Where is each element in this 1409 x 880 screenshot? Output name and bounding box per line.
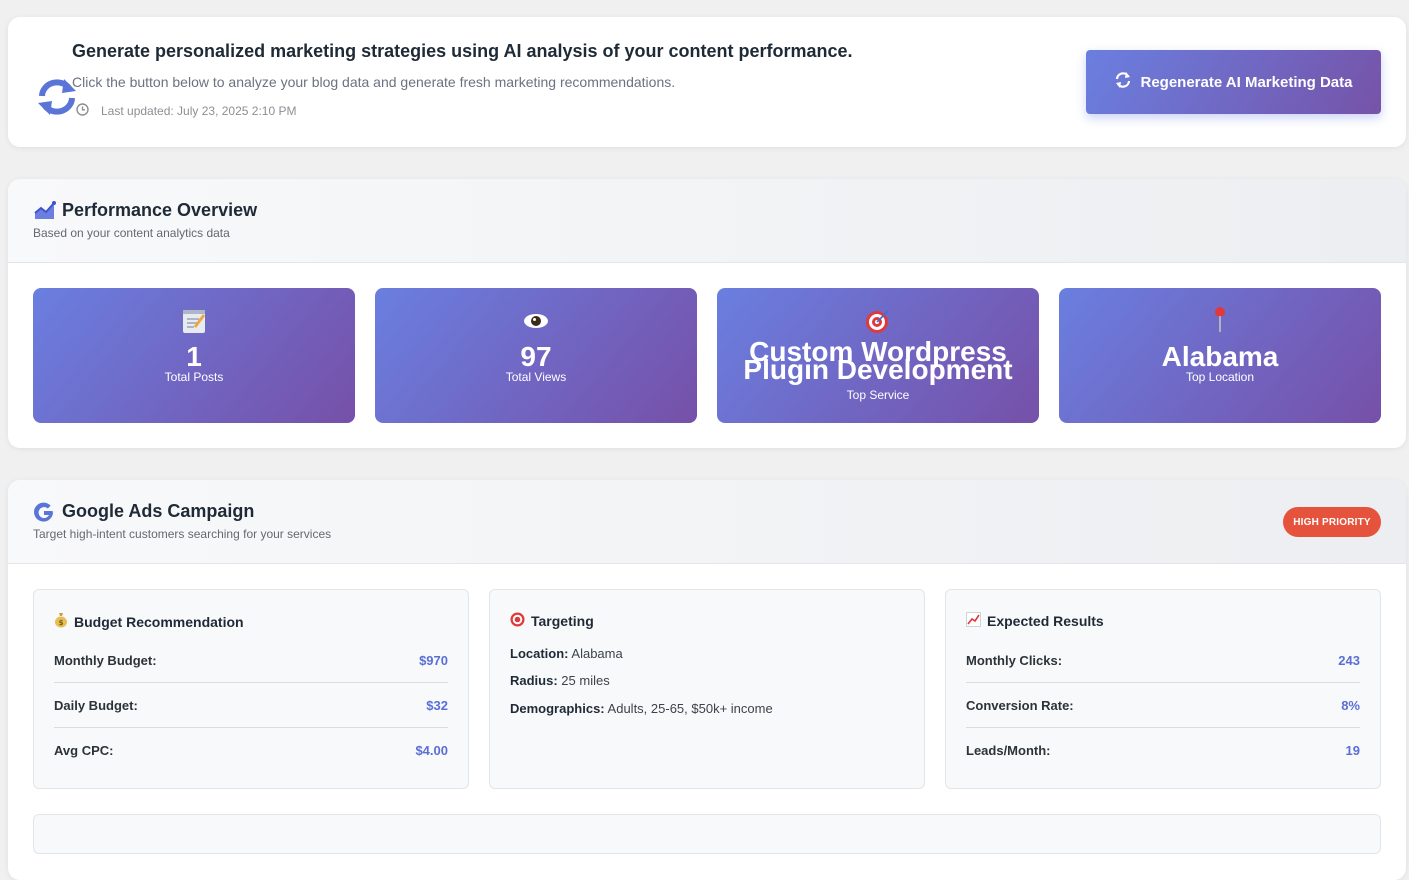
last-updated-text: Last updated: July 23, 2025 2:10 PM	[101, 104, 297, 118]
budget-row: Avg CPC: $4.00	[54, 728, 448, 773]
performance-overview-card: Performance Overview Based on your conte…	[8, 179, 1406, 448]
budget-row-label: Avg CPC:	[54, 743, 114, 758]
google-ads-card: Google Ads Campaign Target high-intent c…	[8, 480, 1406, 880]
target-icon	[510, 612, 525, 630]
google-ads-header: Google Ads Campaign Target high-intent c…	[8, 480, 1406, 564]
hero-title: Generate personalized marketing strategi…	[72, 41, 853, 61]
results-title: Expected Results	[966, 612, 1104, 630]
budget-row-value: $32	[426, 697, 448, 713]
google-icon	[33, 502, 57, 524]
priority-badge: HIGH PRIORITY	[1283, 507, 1381, 537]
targeting-row: Radius: 25 miles	[510, 673, 610, 688]
target-icon	[717, 308, 1039, 334]
targeting-row-value: Adults, 25-65, $50k+ income	[607, 701, 773, 716]
clock-icon	[76, 103, 89, 119]
budget-panel: $ Budget Recommendation Monthly Budget: …	[33, 589, 469, 789]
stat-card-top-location: Alabama Top Location	[1059, 288, 1381, 423]
chart-increasing-icon	[966, 612, 981, 630]
targeting-panel: Targeting Location: Alabama Radius: 25 m…	[489, 589, 925, 789]
results-panel: Expected Results Monthly Clicks: 243 Con…	[945, 589, 1381, 789]
results-row-label: Monthly Clicks:	[966, 652, 1063, 668]
stat-label: Top Location	[1185, 370, 1255, 384]
stat-card-total-posts: 1 Total Posts	[33, 288, 355, 423]
budget-row: Monthly Budget: $970	[54, 638, 448, 683]
targeting-title-text: Targeting	[531, 613, 594, 629]
last-updated: Last updated: July 23, 2025 2:10 PM	[76, 103, 296, 119]
targeting-row-value: 25 miles	[561, 673, 610, 688]
stat-card-top-service: Custom Wordpress Plugin Development Top …	[717, 288, 1039, 423]
results-row: Leads/Month: 19	[966, 728, 1360, 773]
stat-card-total-views: 97 Total Views	[375, 288, 697, 423]
stat-label: Total Views	[505, 370, 567, 384]
memo-icon	[33, 308, 355, 334]
targeting-row-value: Alabama	[571, 646, 623, 661]
targeting-row: Location: Alabama	[510, 646, 623, 661]
results-row: Monthly Clicks: 243	[966, 638, 1360, 683]
regenerate-button-label: Regenerate AI Marketing Data	[1140, 73, 1353, 91]
budget-row-value: $4.00	[415, 743, 448, 758]
performance-header: Performance Overview Based on your conte…	[8, 179, 1406, 263]
budget-row-label: Monthly Budget:	[54, 652, 157, 668]
money-bag-icon: $	[54, 612, 68, 631]
stat-value: 97	[520, 341, 552, 372]
pin-icon	[1059, 306, 1381, 332]
targeting-row-label: Radius:	[510, 673, 558, 688]
google-ads-title: Google Ads Campaign	[62, 501, 255, 521]
eye-icon	[375, 308, 697, 334]
svg-text:$: $	[59, 619, 64, 627]
targeting-row-label: Demographics:	[510, 701, 605, 716]
hero-subtitle: Click the button below to analyze your b…	[72, 74, 676, 90]
budget-title: $ Budget Recommendation	[54, 612, 244, 631]
stat-value: 1	[186, 341, 202, 372]
budget-title-text: Budget Recommendation	[74, 613, 244, 630]
ai-generate-card: Generate personalized marketing strategi…	[8, 17, 1406, 147]
budget-row: Daily Budget: $32	[54, 683, 448, 728]
google-ads-subtitle: Target high-intent customers searching f…	[33, 527, 332, 541]
budget-row-label: Daily Budget:	[54, 697, 138, 713]
results-row: Conversion Rate: 8%	[966, 683, 1360, 728]
results-title-text: Expected Results	[987, 613, 1104, 629]
stat-label: Top Service	[846, 388, 910, 402]
targeting-row: Demographics: Adults, 25-65, $50k+ incom…	[510, 701, 773, 716]
results-row-label: Conversion Rate:	[966, 697, 1074, 713]
results-row-value: 19	[1345, 743, 1360, 758]
refresh-icon	[1114, 71, 1132, 93]
stat-label: Total Posts	[164, 370, 224, 384]
performance-title: Performance Overview	[62, 200, 258, 220]
chart-area-icon	[33, 199, 57, 221]
performance-subtitle: Based on your content analytics data	[33, 226, 230, 240]
targeting-row-label: Location:	[510, 646, 569, 661]
results-row-label: Leads/Month:	[966, 743, 1051, 758]
budget-row-value: $970	[419, 652, 448, 668]
results-row-value: 8%	[1341, 697, 1360, 713]
stat-value: Custom Wordpress Plugin Development	[743, 336, 1013, 385]
targeting-title: Targeting	[510, 612, 594, 630]
stat-value: Alabama	[1161, 341, 1279, 372]
regenerate-button[interactable]: Regenerate AI Marketing Data	[1086, 50, 1381, 114]
results-row-value: 243	[1338, 652, 1360, 668]
next-panel	[33, 814, 1381, 854]
